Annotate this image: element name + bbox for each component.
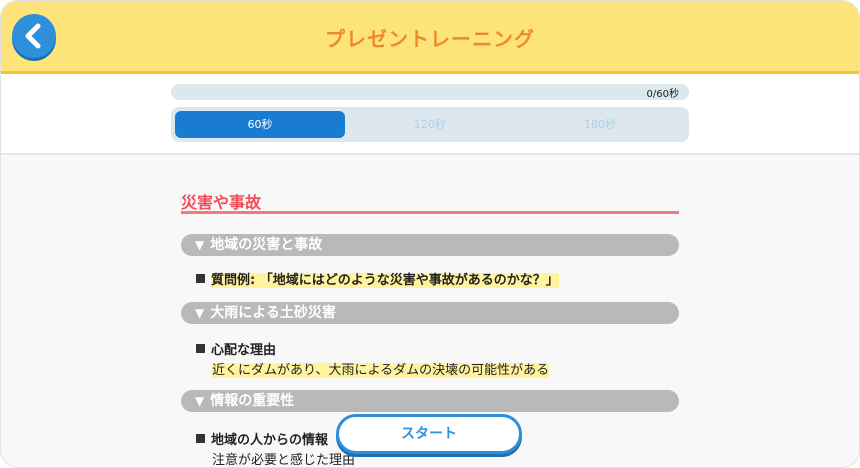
duration-selector: 60秒 120秒 180秒 (171, 107, 689, 142)
triangle-down-icon: ▼ (195, 238, 205, 252)
topic-heading-label: 情報の重要性 (210, 393, 295, 409)
duration-120[interactable]: 120秒 (345, 111, 515, 138)
header: プレゼントレーニング (1, 1, 859, 74)
topic-heading-label: 地域の災害と事故 (210, 237, 323, 253)
duration-180[interactable]: 180秒 (515, 111, 685, 138)
topic-heading-label: 大雨による土砂災害 (210, 305, 336, 321)
square-bullet-icon (196, 434, 205, 443)
item-label: 質問例: (211, 273, 256, 288)
triangle-down-icon: ▼ (195, 394, 205, 408)
square-bullet-icon (196, 344, 205, 353)
start-button[interactable]: スタート (336, 414, 522, 454)
item-text: 近くにダムがあり、大雨によるダムの決壊の可能性がある (212, 363, 550, 378)
progress-bar: 0/60秒 (171, 84, 689, 100)
topic-heading: ▼ 大雨による土砂災害 (181, 302, 679, 324)
section-divider (181, 211, 679, 214)
topic-heading: ▼ 地域の災害と事故 (181, 234, 679, 256)
triangle-down-icon: ▼ (195, 306, 205, 320)
square-bullet-icon (196, 274, 205, 283)
item-label: 地域の人からの情報 (211, 433, 329, 448)
app-frame: プレゼントレーニング 0/60秒 60秒 120秒 180秒 災害や事故 ▼ 地域… (0, 0, 860, 468)
item-text: 「地域にはどのような災害や事故があるのかな？」 (259, 273, 559, 288)
item-text: 注意が必要と感じた理由 (212, 453, 356, 468)
item-label: 心配な理由 (211, 343, 277, 358)
timer-controls: 0/60秒 60秒 120秒 180秒 (1, 74, 859, 155)
topic-item-text: 注意が必要と感じた理由 (212, 449, 356, 468)
progress-text: 0/60秒 (646, 89, 679, 100)
topic-heading: ▼ 情報の重要性 (181, 390, 679, 412)
section-title: 災害や事故 (181, 193, 262, 212)
topic-item: 質問例: 「地域にはどのような災害や事故があるのかな？」 (196, 269, 559, 288)
page-title: プレゼントレーニング (325, 27, 535, 51)
topic-item: 地域の人からの情報 (196, 429, 328, 448)
topic-item-text: 近くにダムがあり、大雨によるダムの決壊の可能性がある (212, 359, 550, 378)
duration-60[interactable]: 60秒 (175, 111, 345, 138)
topic-item: 心配な理由 (196, 339, 276, 358)
